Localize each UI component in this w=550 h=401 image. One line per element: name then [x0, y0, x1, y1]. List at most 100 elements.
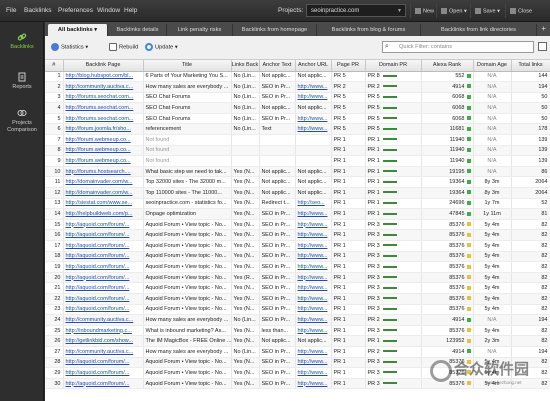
cell-page[interactable]: http://aquoid.com/forum/...: [63, 272, 144, 284]
column-header[interactable]: Alexa Rank: [421, 60, 474, 72]
menu-window[interactable]: Window: [97, 7, 120, 14]
cell-page[interactable]: http://forums.seochat.com...: [63, 92, 144, 104]
cell-page[interactable]: http://aquoid.com/forum/...: [63, 367, 144, 379]
table-row[interactable]: 19 http://aquoid.com/forum/... Aquoid Foru…: [45, 261, 550, 273]
columns-settings-button[interactable]: [538, 42, 547, 51]
column-header[interactable]: Backlink Page: [63, 60, 144, 72]
cell-page-pr: PR 1: [331, 198, 366, 210]
tab-backlinks-link-directories[interactable]: Backlinks from link directories: [421, 24, 537, 36]
cell-page[interactable]: http://forums.seochat.com...: [63, 113, 144, 125]
close-label: Close: [518, 8, 533, 15]
column-header[interactable]: Domain Age: [473, 60, 512, 72]
cell-page[interactable]: http://inboundmarketing.c...: [63, 325, 144, 337]
tab-backlinks-details[interactable]: Backlinks details: [109, 24, 167, 36]
table-row[interactable]: 16 http://aquoid.com/forum/... Aquoid Foru…: [45, 229, 550, 241]
cell-page[interactable]: http://aquoid.com/forum/...: [63, 229, 144, 241]
table-row[interactable]: 2 http://community.auctiva.c... How many s…: [45, 81, 550, 93]
cell-page[interactable]: http://aquoid.com/forum/...: [63, 219, 144, 231]
table-row[interactable]: 9 http://forum.webmeup.co... Not found PR 1…: [45, 155, 550, 167]
cell-page[interactable]: http://forum.webmeup.co...: [63, 145, 144, 157]
open-button[interactable]: Open ▾: [436, 4, 467, 18]
cell-page[interactable]: http://community.auctiva.c...: [63, 314, 144, 326]
cell-page[interactable]: http://siestat.com/www.se...: [63, 198, 144, 210]
menu-help[interactable]: Help: [124, 7, 137, 14]
table-row[interactable]: 13 http://siestat.com/www.se... seoinpract…: [45, 198, 550, 210]
table-row[interactable]: 3 http://forums.seochat.com... SEO Chat Fo…: [45, 92, 550, 104]
sidebar-item-projects-comparison[interactable]: Projects Comparison: [0, 108, 44, 134]
table-row[interactable]: 11 http://domainvader.com/w... Top 32000 s…: [45, 176, 550, 189]
update-button[interactable]: Update ▾: [145, 43, 178, 51]
sidebar-item-backlinks[interactable]: Backlinks: [0, 32, 44, 51]
cell-page[interactable]: http://aquoid.com/forum/...: [63, 378, 144, 390]
table-row[interactable]: 6 http://forum.joomla.fr/sho... referencem…: [45, 123, 550, 136]
cell-page[interactable]: http://aquoid.com/forum/...: [63, 251, 144, 263]
column-header[interactable]: Anchor URL: [295, 60, 332, 72]
cell-page[interactable]: http://aquoid.com/forum/...: [63, 261, 144, 273]
cell-page[interactable]: http://aquoid.com/forum/...: [63, 282, 144, 294]
column-header[interactable]: #: [45, 60, 64, 72]
cell-lb: Yes (N...: [231, 208, 260, 220]
close-button[interactable]: Close: [505, 4, 532, 18]
cell-au: http://www...: [295, 240, 332, 252]
table-row[interactable]: 25 http://inboundmarketing.c... What is in…: [45, 325, 550, 337]
tab-backlinks-blog-forums[interactable]: Backlinks from blog & forums: [317, 24, 421, 36]
cell-page[interactable]: http://helpbuildweb.com/p...: [63, 208, 144, 220]
table-row[interactable]: 10 http://forums.hostsearch.... What basic…: [45, 166, 550, 178]
table-row[interactable]: 26 http://getlinkbid.com/show... The IM Ma…: [45, 335, 550, 347]
table-row[interactable]: 18 http://aquoid.com/forum/... Aquoid Foru…: [45, 251, 550, 263]
add-tab-icon[interactable]: +: [541, 24, 546, 33]
cell-page[interactable]: http://forum.joomla.fr/sho...: [63, 123, 144, 136]
project-select[interactable]: seoinpractice.com ▼: [306, 4, 406, 17]
column-header[interactable]: Domain PR: [365, 60, 422, 72]
table-row[interactable]: 22 http://aquoid.com/forum/... Aquoid Foru…: [45, 293, 550, 305]
table-row[interactable]: 27 http://community.auctiva.c... How many …: [45, 346, 550, 358]
quick-filter-input[interactable]: ⌕ Quick Filter: contains: [382, 41, 534, 53]
table-row[interactable]: 17 http://aquoid.com/forum/... Aquoid Foru…: [45, 240, 550, 252]
menu-file[interactable]: File: [6, 7, 16, 14]
table-row[interactable]: 5 http://forums.seochat.com... SEO Chat Fo…: [45, 113, 550, 125]
cell-page[interactable]: http://forums.hostsearch....: [63, 166, 144, 178]
column-header[interactable]: Links Back: [231, 60, 260, 72]
column-header[interactable]: Page PR: [331, 60, 366, 72]
cell-page[interactable]: http://forum.webmeup.co...: [63, 155, 144, 167]
cell-page[interactable]: http://domainvader.com/w...: [63, 187, 144, 199]
table-row[interactable]: 24 http://community.auctiva.c... How many …: [45, 314, 550, 326]
cell-page[interactable]: http://domainvader.com/w...: [63, 176, 144, 189]
new-button[interactable]: New: [410, 4, 434, 18]
page-pr-value: PR 1: [333, 306, 346, 313]
rebuild-button[interactable]: Rebuild: [109, 43, 138, 51]
table-row[interactable]: 14 http://helpbuildweb.com/p... Onpage opt…: [45, 208, 550, 220]
menu-preferences[interactable]: Preferences: [58, 7, 93, 14]
cell-page[interactable]: http://community.auctiva.c...: [63, 346, 144, 358]
tab-all-backlinks[interactable]: All backlinks ▾: [48, 24, 108, 36]
sidebar-item-reports[interactable]: Reports: [0, 72, 44, 91]
save-button[interactable]: Save ▾: [470, 4, 500, 18]
column-header[interactable]: Total links: [511, 60, 550, 72]
table-row[interactable]: 21 http://aquoid.com/forum/... Aquoid Foru…: [45, 282, 550, 294]
table-row[interactable]: 1 http://blog.hubspot.com/bl... 6 Parts of…: [45, 71, 550, 83]
cell-page[interactable]: http://forum.webmeup.co...: [63, 134, 144, 146]
cell-lb: No (Lin...: [231, 71, 260, 83]
cell-page[interactable]: http://getlinkbid.com/show...: [63, 335, 144, 347]
cell-page[interactable]: http://aquoid.com/forum/...: [63, 357, 144, 369]
cell-page[interactable]: http://blog.hubspot.com/bl...: [63, 71, 144, 83]
table-row[interactable]: 8 http://forum.webmeup.co... Not found PR 1…: [45, 145, 550, 157]
tab-link-penalty-risks[interactable]: Link penalty risks: [167, 24, 233, 36]
cell-page[interactable]: http://forums.seochat.com...: [63, 102, 144, 114]
table-row[interactable]: 20 http://aquoid.com/forum/... Aquoid Foru…: [45, 272, 550, 284]
table-row[interactable]: 15 http://aquoid.com/forum/... Aquoid Foru…: [45, 219, 550, 231]
cell-page[interactable]: http://community.auctiva.c...: [63, 81, 144, 93]
menu-backlinks[interactable]: Backlinks: [24, 7, 51, 14]
table-row[interactable]: 23 http://aquoid.com/forum/... Aquoid Foru…: [45, 304, 550, 316]
table-row[interactable]: 4 http://forums.seochat.com... SEO Chat Fo…: [45, 102, 550, 114]
tab-backlinks-homepage[interactable]: Backlinks from homepage: [233, 24, 317, 36]
page-pr-value: PR 1: [333, 380, 346, 387]
table-row[interactable]: 12 http://domainvader.com/w... Top 110000 …: [45, 187, 550, 199]
table-row[interactable]: 7 http://forum.webmeup.co... Not found PR 1…: [45, 134, 550, 146]
cell-page[interactable]: http://aquoid.com/forum/...: [63, 240, 144, 252]
column-header[interactable]: Anchor Text: [259, 60, 296, 72]
column-header[interactable]: Title: [143, 60, 232, 72]
cell-page[interactable]: http://aquoid.com/forum/...: [63, 304, 144, 316]
cell-page[interactable]: http://aquoid.com/forum/...: [63, 293, 144, 305]
statistics-button[interactable]: Statistics ▾: [51, 43, 88, 51]
